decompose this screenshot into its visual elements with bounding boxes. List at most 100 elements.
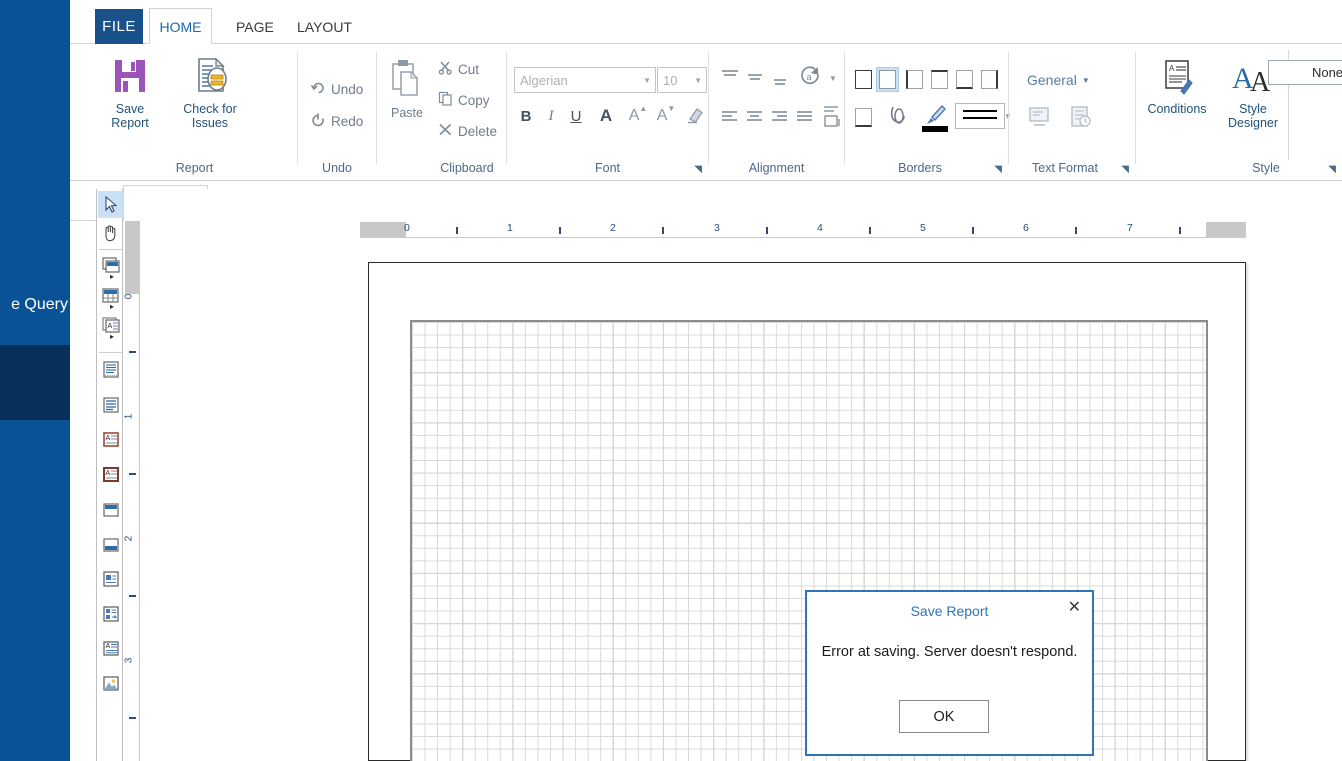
close-icon[interactable]: ✕ — [1068, 600, 1081, 616]
align-justify-button[interactable] — [792, 104, 818, 130]
data-band-tool[interactable] — [98, 356, 123, 383]
table-tool-dropdown[interactable]: ▸ — [110, 302, 120, 312]
conditions-button[interactable]: A Conditions — [1138, 58, 1216, 116]
up-arrow-icon: ▲ — [639, 104, 648, 113]
tab-file[interactable]: FILE — [95, 9, 143, 44]
border-color-button[interactable] — [919, 100, 951, 136]
text-field-tool[interactable]: A — [98, 426, 123, 453]
copy-button[interactable]: Copy — [438, 91, 490, 109]
style-designer-label-line1: Style — [1239, 102, 1267, 116]
border-bottom-thick-button[interactable] — [855, 108, 872, 127]
align-right-button[interactable] — [767, 104, 793, 130]
paste-button[interactable]: Paste — [377, 58, 437, 120]
grow-font-button[interactable]: A ▲ — [626, 104, 650, 128]
subreport-tool[interactable] — [98, 600, 123, 627]
vruler-tick-0: 0 — [123, 293, 135, 300]
ribbon-group-clipboard: Paste Clipboard — [377, 44, 494, 181]
undo-button[interactable]: Undo — [310, 80, 363, 99]
border-all-button[interactable] — [855, 70, 872, 89]
check-issues-label-line2: Issues — [191, 116, 229, 130]
delete-button[interactable]: Delete — [438, 122, 497, 140]
bold-button[interactable]: B — [516, 104, 536, 128]
tab-home[interactable]: HOME — [149, 8, 212, 45]
border-none-button[interactable] — [879, 70, 896, 89]
align-bottom-button[interactable] — [767, 69, 793, 95]
grow-font-glyph: A — [628, 107, 640, 124]
text-format-dialog-launcher[interactable]: ◥ — [1121, 164, 1129, 175]
ribbon-tabstrip: FILE HOME PAGE LAYOUT — [70, 0, 1342, 45]
font-color-button[interactable]: A — [596, 104, 616, 128]
font-family-combo[interactable]: Algerian ▼ — [514, 67, 656, 93]
chevron-down-icon: ▼ — [643, 75, 651, 85]
left-app-rail: e Query — [0, 0, 70, 761]
vruler-tick-1: 1 — [123, 413, 135, 420]
border-style-combo[interactable] — [955, 103, 1005, 129]
rail-section-top — [0, 0, 70, 345]
pan-tool[interactable] — [98, 219, 123, 246]
number-format-combo[interactable]: General ▼ — [1027, 72, 1090, 88]
panel-tool[interactable] — [98, 565, 123, 592]
hruler-minor-tick-1 — [559, 227, 561, 234]
vruler-minor-tick-3 — [129, 595, 136, 597]
border-fill-button[interactable] — [885, 102, 915, 134]
font-dialog-launcher[interactable]: ◥ — [694, 164, 702, 175]
check-issues-label-line1: Check for — [183, 102, 237, 116]
border-bottom-button[interactable] — [956, 70, 973, 89]
text-block-icon — [102, 396, 119, 413]
rich-text-tool[interactable]: A — [98, 635, 123, 662]
band-tool-dropdown[interactable]: ▸ — [110, 272, 120, 282]
text-format-datetime-button[interactable] — [1066, 102, 1096, 132]
italic-button[interactable]: I — [541, 104, 561, 128]
style-selector[interactable]: None — [1268, 60, 1342, 85]
header-band-tool[interactable] — [98, 496, 123, 523]
hruler-minor-tick-6 — [1075, 227, 1077, 234]
border-left-button[interactable] — [906, 70, 923, 89]
word-wrap-button[interactable] — [819, 102, 845, 130]
borders-dialog-launcher[interactable]: ◥ — [994, 164, 1002, 175]
style-dialog-launcher[interactable]: ◥ — [1328, 164, 1336, 175]
align-top-button[interactable] — [717, 64, 743, 90]
clear-formatting-button[interactable] — [683, 102, 707, 128]
hruler-minor-tick-5 — [972, 227, 974, 234]
font-size-value: 10 — [663, 72, 678, 88]
text-field-dark-tool[interactable]: A — [98, 461, 123, 488]
footer-band-tool[interactable] — [98, 531, 123, 558]
align-left-button[interactable] — [717, 104, 743, 130]
align-middle-icon — [748, 74, 762, 80]
check-for-issues-button[interactable]: Check for Issues — [165, 54, 255, 130]
design-surface[interactable]: 0 1 2 3 0 1 2 3 4 5 6 7 — [123, 189, 1342, 761]
border-top-button[interactable] — [931, 70, 948, 89]
vruler-tick-3: 3 — [123, 657, 135, 664]
save-report-button[interactable]: Save Report — [98, 54, 162, 130]
tab-layout[interactable]: LAYOUT — [283, 9, 366, 44]
paint-bucket-icon — [890, 106, 905, 124]
align-justify-icon — [797, 111, 812, 121]
border-right-button[interactable] — [981, 70, 998, 89]
text-direction-button[interactable]: a — [797, 62, 825, 90]
font-size-combo[interactable]: 10 ▼ — [657, 67, 707, 93]
text-format-currency-button[interactable] — [1025, 102, 1055, 132]
rail-section-selected[interactable] — [0, 345, 70, 420]
pointer-tool[interactable] — [98, 191, 123, 218]
conditions-icon: A — [1158, 58, 1196, 98]
hruler-tick-6: 6 — [1023, 222, 1029, 234]
redo-button[interactable]: Redo — [310, 112, 363, 131]
currency-format-icon — [1029, 107, 1049, 126]
align-middle-button[interactable] — [742, 66, 768, 92]
hruler-tick-0: 0 — [404, 222, 410, 234]
cut-button[interactable]: Cut — [438, 60, 479, 78]
cross-tab-tool-dropdown[interactable]: ▸ — [110, 332, 120, 342]
image-tool[interactable] — [98, 670, 123, 697]
tab-page[interactable]: PAGE — [222, 9, 288, 44]
underline-button[interactable]: U — [566, 104, 586, 128]
shrink-font-button[interactable]: A ▼ — [654, 104, 678, 128]
number-format-value: General — [1027, 72, 1077, 88]
border-selected-highlight[interactable] — [876, 67, 899, 92]
align-center-button[interactable] — [742, 104, 768, 130]
svg-text:A: A — [105, 470, 110, 477]
save-report-label-line1: Save — [115, 102, 145, 116]
text-block-tool[interactable] — [98, 391, 123, 418]
ribbon-group-report: Save Report Check for Issues Report — [92, 44, 297, 181]
dialog-ok-button[interactable]: OK — [899, 700, 989, 733]
text-direction-chevron-icon[interactable]: ▼ — [827, 72, 839, 84]
